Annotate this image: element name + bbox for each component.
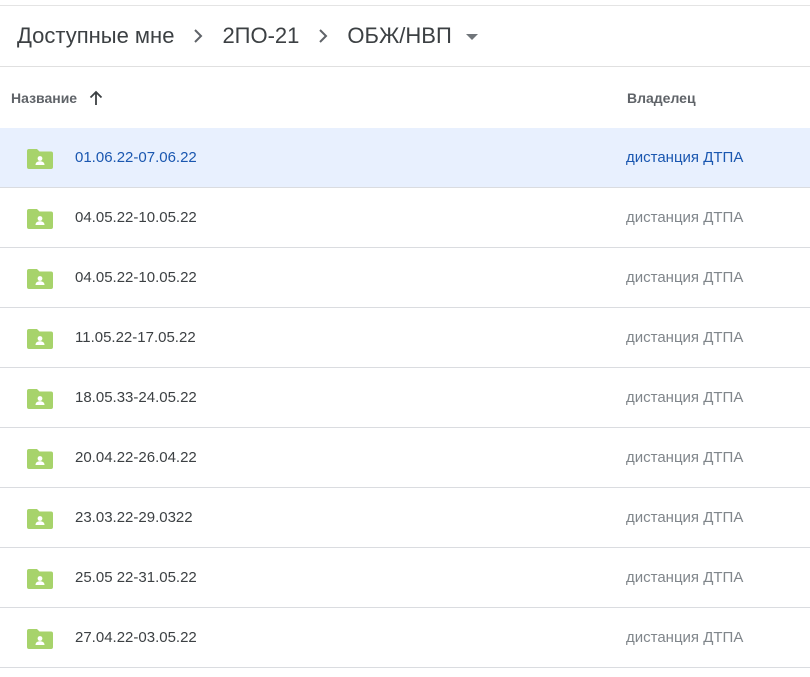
file-row[interactable]: 25.05 22-31.05.22 дистанция ДТПА bbox=[0, 548, 810, 608]
shared-folder-icon bbox=[27, 208, 53, 229]
file-row[interactable]: 27.04.22-03.05.22 дистанция ДТПА bbox=[0, 608, 810, 668]
name-column-label: Название bbox=[11, 89, 78, 106]
file-row[interactable]: 20.04.22-26.04.22 дистанция ДТПА bbox=[0, 428, 810, 488]
dropdown-arrow-icon bbox=[465, 34, 478, 40]
file-name: 25.05 22-31.05.22 bbox=[75, 569, 197, 586]
file-name: 04.05.22-10.05.22 bbox=[75, 209, 197, 226]
breadcrumb-group-folder[interactable]: 2ПО-21 bbox=[220, 19, 301, 53]
sort-by-name-header[interactable]: Название bbox=[11, 67, 103, 128]
file-row[interactable]: 18.05.33-24.05.22 дистанция ДТПА bbox=[0, 368, 810, 428]
file-name: 27.04.22-03.05.22 bbox=[75, 629, 197, 646]
file-name: 20.04.22-26.04.22 bbox=[75, 449, 197, 466]
file-owner: дистанция ДТПА bbox=[626, 629, 744, 646]
shared-folder-icon bbox=[27, 448, 53, 469]
shared-folder-icon bbox=[27, 328, 53, 349]
file-name: 18.05.33-24.05.22 bbox=[75, 389, 197, 406]
shared-folder-icon bbox=[27, 268, 53, 289]
file-owner: дистанция ДТПА bbox=[626, 509, 744, 526]
chevron-right-icon bbox=[190, 28, 206, 44]
file-owner: дистанция ДТПА bbox=[626, 269, 744, 286]
file-row[interactable]: 04.05.22-10.05.22 дистанция ДТПА bbox=[0, 188, 810, 248]
breadcrumb-current-label: ОБЖ/НВП bbox=[347, 23, 452, 48]
breadcrumb-current-folder[interactable]: ОБЖ/НВП bbox=[345, 19, 478, 53]
owner-column-header[interactable]: Владелец bbox=[627, 67, 696, 128]
file-owner: дистанция ДТПА bbox=[626, 149, 744, 166]
shared-folder-icon bbox=[27, 388, 53, 409]
file-owner: дистанция ДТПА bbox=[626, 389, 744, 406]
arrow-up-icon[interactable] bbox=[89, 90, 103, 106]
shared-folder-icon bbox=[27, 568, 53, 589]
file-name: 23.03.22-29.0322 bbox=[75, 509, 193, 526]
breadcrumb-shared-with-me[interactable]: Доступные мне bbox=[15, 19, 176, 53]
file-owner: дистанция ДТПА bbox=[626, 329, 744, 346]
file-list: 01.06.22-07.06.22 дистанция ДТПА 04.05.22-… bbox=[0, 128, 810, 668]
breadcrumb: Доступные мне 2ПО-21 ОБЖ/НВП bbox=[0, 6, 810, 66]
file-name: 04.05.22-10.05.22 bbox=[75, 269, 197, 286]
shared-folder-icon bbox=[27, 628, 53, 649]
chevron-right-icon bbox=[315, 28, 331, 44]
file-name: 01.06.22-07.06.22 bbox=[75, 149, 197, 166]
file-row[interactable]: 11.05.22-17.05.22 дистанция ДТПА bbox=[0, 308, 810, 368]
file-row[interactable]: 23.03.22-29.0322 дистанция ДТПА bbox=[0, 488, 810, 548]
list-header: Название Владелец bbox=[0, 67, 810, 128]
file-owner: дистанция ДТПА bbox=[626, 569, 744, 586]
file-owner: дистанция ДТПА bbox=[626, 209, 744, 226]
shared-folder-icon bbox=[27, 508, 53, 529]
shared-folder-icon bbox=[27, 148, 53, 169]
file-owner: дистанция ДТПА bbox=[626, 449, 744, 466]
file-row[interactable]: 04.05.22-10.05.22 дистанция ДТПА bbox=[0, 248, 810, 308]
file-row[interactable]: 01.06.22-07.06.22 дистанция ДТПА bbox=[0, 128, 810, 188]
file-name: 11.05.22-17.05.22 bbox=[75, 329, 196, 346]
